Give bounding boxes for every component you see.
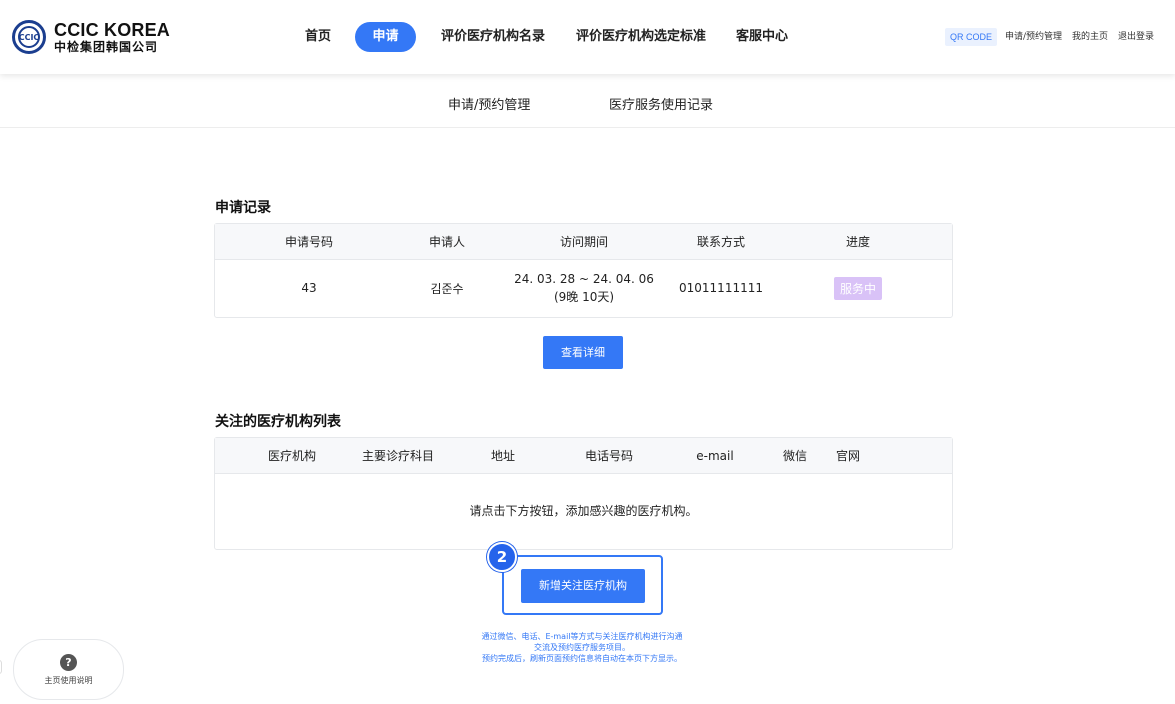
table-header: 医疗机构 主要诊疗科目 地址 电话号码 e-mail 微信 官网 [215,438,952,474]
side-tab-handle[interactable] [0,660,2,674]
sub-nav: 申请/预约管理 医疗服务使用记录 [0,74,1175,128]
question-icon: ? [60,654,77,671]
nav-institution-list[interactable]: 评价医疗机构名录 [441,22,545,52]
guide-note-line: 预约完成后，刷新页面预约信息将自动在本页下方显示。 [482,654,682,663]
homepage-guide-button[interactable]: ? 主页使用说明 [13,639,124,700]
logo-mark-text: CCIC [18,26,40,48]
nav-apply[interactable]: 申请 [355,22,416,52]
subnav-service-records[interactable]: 医疗服务使用记录 [609,94,713,113]
contact-number: 01011111111 [679,281,763,295]
add-favorite-institution-button[interactable]: 新增关注医疗机构 [521,569,645,603]
visit-period-dates: 24. 03. 28 ~ 24. 04. 06 [514,271,654,286]
status-cell: 服务中 [833,260,883,316]
nav-home[interactable]: 首页 [305,22,331,52]
column-header: 地址 [490,449,516,463]
top-header: CCIC CCIC KOREA 中检集团韩国公司 首页 申请 评价医疗机构名录 … [0,0,1175,74]
favorites-empty-message: 请点击下方按钮，添加感兴趣的医疗机构。 [469,504,698,518]
view-detail-button[interactable]: 查看详细 [543,336,623,369]
visit-period-nights: (9晚 10天) [553,289,615,304]
brand-logo[interactable]: CCIC CCIC KOREA 中检集团韩国公司 [12,20,170,54]
table-row[interactable]: 43 김준수 24. 03. 28 ~ 24. 04. 06 (9晚 10天) … [215,260,952,316]
visit-period: 24. 03. 28 ~ 24. 04. 06 (9晚 10天) [514,260,654,316]
column-header: 申请号码 [284,235,334,249]
apply-manage-link[interactable]: 申请/预约管理 [1005,28,1062,46]
application-records-table: 申请号码 申请人 访问期间 联系方式 进度 43 김준수 24. 03. 28 … [214,223,953,318]
application-number: 43 [301,281,317,295]
guide-note-line: 交流及预约医疗服务项目。 [534,643,630,652]
status-badge: 服务中 [833,276,883,300]
column-header: 进度 [845,235,871,249]
homepage-guide-label: 主页使用说明 [44,676,93,685]
nav-customer-service[interactable]: 客服中心 [736,22,788,52]
column-header: e-mail [696,449,734,463]
logout-link[interactable]: 退出登录 [1118,28,1154,46]
column-header: 医疗机构 [267,449,317,463]
column-header: 联系方式 [696,235,746,249]
column-header: 申请人 [428,235,466,249]
column-header: 访问期间 [559,235,609,249]
brand-name-en: CCIC KOREA [54,20,171,40]
my-page-link[interactable]: 我的主页 [1072,28,1108,46]
favorites-title: 关注的医疗机构列表 [215,414,341,430]
column-header: 电话号码 [584,449,634,463]
guide-note-line: 通过微信、电话、E-mail等方式与关注医疗机构进行沟通 [481,632,683,641]
applicant-name: 김준수 [430,281,464,296]
application-records-title: 申请记录 [215,200,271,216]
ccic-logo-icon: CCIC [12,20,46,54]
guide-notes: 通过微信、电话、E-mail等方式与关注医疗机构进行沟通 交流及预约医疗服务项目… [440,631,724,664]
favorites-table: 医疗机构 主要诊疗科目 地址 电话号码 e-mail 微信 官网 请点击下方按钮… [214,437,953,550]
column-header: 微信 [782,449,808,463]
nav-selection-criteria[interactable]: 评价医疗机构选定标准 [576,22,706,52]
qr-code-link[interactable]: QR CODE [945,28,998,46]
brand-name-cn: 中检集团韩国公司 [54,40,159,54]
column-header: 主要诊疗科目 [361,449,435,463]
column-header: 官网 [835,449,861,463]
table-header: 申请号码 申请人 访问期间 联系方式 进度 [215,224,952,260]
step-number-badge: 2 [487,542,517,572]
subnav-apply-manage[interactable]: 申请/预约管理 [448,94,530,113]
